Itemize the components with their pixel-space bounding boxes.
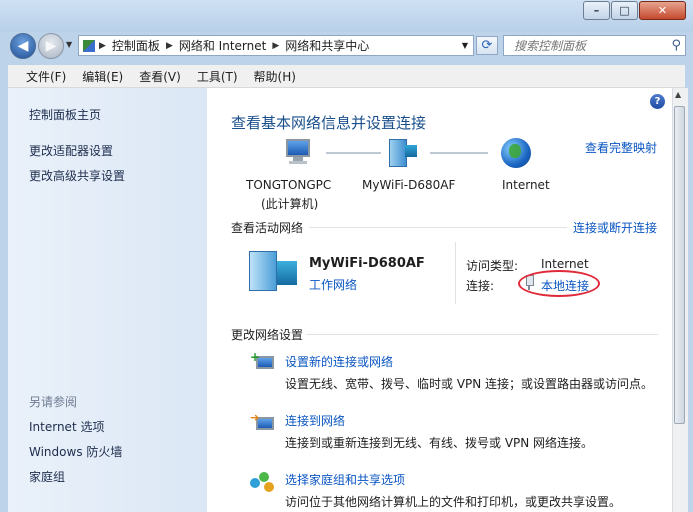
breadcrumb-network-internet[interactable]: 网络和 Internet xyxy=(173,37,272,54)
menu-view[interactable]: 查看(V) xyxy=(131,68,189,85)
breadcrumb-control-panel[interactable]: 控制面板 xyxy=(106,37,166,54)
search-box[interactable]: ⚲ xyxy=(503,35,686,56)
close-button[interactable]: ✕ xyxy=(639,1,686,20)
maximize-button[interactable]: □ xyxy=(611,1,638,20)
internet-globe-icon xyxy=(501,138,531,168)
forward-arrow-icon: ▶ xyxy=(45,38,57,54)
connect-network-icon: ➜ xyxy=(250,411,276,435)
homegroup-icon xyxy=(250,470,276,494)
map-internet-label: Internet xyxy=(502,178,550,192)
divider xyxy=(306,334,658,335)
search-icon[interactable]: ⚲ xyxy=(671,38,681,53)
divider xyxy=(309,227,567,228)
menu-file[interactable]: 文件(F) xyxy=(8,68,74,85)
link-line xyxy=(326,152,381,154)
vertical-divider xyxy=(455,242,456,304)
see-also-heading: 另请参阅 xyxy=(29,395,78,409)
highlight-circle xyxy=(518,270,600,297)
map-computer-sub: (此计算机) xyxy=(261,197,319,211)
map-computer-name: TONGTONGPC xyxy=(246,178,332,192)
access-type-label: 访问类型: xyxy=(466,259,519,273)
address-dropdown-icon[interactable]: ▼ xyxy=(462,41,473,50)
task-connect-network-desc: 连接到或重新连接到无线、有线、拨号或 VPN 网络连接。 xyxy=(285,436,594,450)
menu-bar: 文件(F) 编辑(E) 查看(V) 工具(T) 帮助(H) xyxy=(8,65,685,88)
breadcrumb-network-sharing-center[interactable]: 网络和共享中心 xyxy=(279,37,375,54)
network-type-link[interactable]: 工作网络 xyxy=(309,276,357,293)
recent-pages-dropdown[interactable]: ▼ xyxy=(66,40,72,49)
link-line xyxy=(430,152,488,154)
help-icon[interactable]: ? xyxy=(650,94,665,109)
task-homegroup-link[interactable]: 选择家庭组和共享选项 xyxy=(285,471,405,488)
router-icon xyxy=(389,137,421,167)
new-connection-icon: + xyxy=(250,351,276,376)
control-panel-icon xyxy=(83,39,95,52)
search-input[interactable] xyxy=(512,37,656,54)
change-settings-heading: 更改网络设置 xyxy=(231,328,304,342)
connection-label: 连接: xyxy=(466,279,495,293)
sidebar-link-internet-options[interactable]: Internet 选项 xyxy=(29,418,104,435)
chevron-right-icon[interactable]: ▶ xyxy=(166,41,173,51)
sidebar-link-windows-firewall[interactable]: Windows 防火墙 xyxy=(29,443,122,460)
task-new-connection-link[interactable]: 设置新的连接或网络 xyxy=(285,353,393,370)
page-title: 查看基本网络信息并设置连接 xyxy=(231,114,427,132)
active-networks-heading: 查看活动网络 xyxy=(231,221,304,235)
back-button[interactable]: ◀ xyxy=(10,33,36,59)
refresh-icon: ⟳ xyxy=(481,38,493,53)
task-connect-network-link[interactable]: 连接到网络 xyxy=(285,412,345,429)
address-bar[interactable]: ▶ 控制面板 ▶ 网络和 Internet ▶ 网络和共享中心 ▼ xyxy=(78,35,474,56)
network-building-icon xyxy=(249,251,299,291)
task-new-connection-desc: 设置无线、宽带、拨号、临时或 VPN 连接；或设置路由器或访问点。 xyxy=(285,377,654,391)
menu-edit[interactable]: 编辑(E) xyxy=(74,68,131,85)
sidebar-link-control-panel-home[interactable]: 控制面板主页 xyxy=(29,106,101,123)
refresh-button[interactable]: ⟳ xyxy=(476,36,498,55)
computer-icon xyxy=(283,139,315,165)
minimize-button[interactable]: – xyxy=(583,1,610,20)
back-arrow-icon: ◀ xyxy=(17,38,29,54)
full-map-link[interactable]: 查看完整映射 xyxy=(585,139,657,156)
sidebar-link-homegroup[interactable]: 家庭组 xyxy=(29,468,65,485)
task-homegroup-desc: 访问位于其他网络计算机上的文件和打印机，或更改共享设置。 xyxy=(285,495,622,509)
sidebar-link-advanced-sharing[interactable]: 更改高级共享设置 xyxy=(29,167,125,184)
chevron-right-icon[interactable]: ▶ xyxy=(99,41,106,51)
forward-button[interactable]: ▶ xyxy=(38,33,64,59)
scroll-up-icon[interactable]: ▲ xyxy=(675,90,681,99)
active-network-name: MyWiFi-D680AF xyxy=(309,256,425,271)
menu-help[interactable]: 帮助(H) xyxy=(246,68,304,85)
menu-tools[interactable]: 工具(T) xyxy=(189,68,246,85)
scrollbar-thumb[interactable] xyxy=(674,106,685,424)
sidebar-link-adapter-settings[interactable]: 更改适配器设置 xyxy=(29,142,113,159)
connect-disconnect-link[interactable]: 连接或断开连接 xyxy=(573,219,657,236)
chevron-right-icon[interactable]: ▶ xyxy=(272,41,279,51)
map-router-name: MyWiFi-D680AF xyxy=(362,178,456,192)
access-type-value: Internet xyxy=(541,257,589,271)
